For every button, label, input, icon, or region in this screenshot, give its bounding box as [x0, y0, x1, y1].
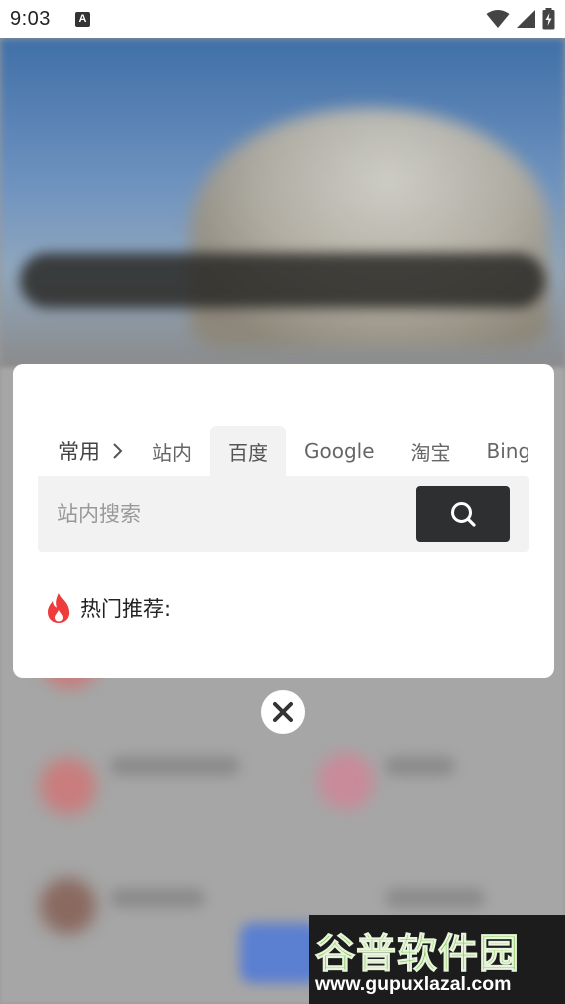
close-icon	[273, 702, 293, 722]
search-icon	[451, 502, 476, 527]
status-icons	[486, 8, 555, 30]
background-text	[110, 756, 240, 776]
cellular-signal-icon	[517, 10, 535, 28]
fire-icon	[48, 593, 70, 623]
search-dialog: 常用 站内 百度 Google 淘宝 Bing 热门推荐:	[13, 364, 554, 678]
tab-baidu[interactable]: 百度	[210, 426, 286, 476]
battery-charging-icon	[542, 8, 555, 30]
tab-google[interactable]: Google	[286, 426, 393, 476]
tab-bing[interactable]: Bing	[469, 426, 528, 476]
background-icon	[318, 753, 374, 809]
status-time: 9:03	[10, 7, 51, 30]
notification-icon: A	[74, 11, 90, 27]
tab-taobao[interactable]: 淘宝	[393, 426, 469, 476]
background-text	[385, 888, 485, 908]
background-icon	[40, 878, 96, 934]
category-selector[interactable]: 常用	[38, 426, 108, 476]
tab-site[interactable]: 站内	[134, 426, 210, 476]
background-building	[190, 108, 550, 348]
watermark: 谷普软件园 www.gupuxlazal.com	[309, 915, 565, 1004]
hot-recommend-header: 热门推荐:	[46, 592, 171, 624]
wifi-icon	[486, 10, 510, 28]
chevron-right-icon[interactable]	[108, 426, 134, 476]
watermark-url: www.gupuxlazal.com	[315, 973, 512, 995]
background-text	[385, 756, 455, 776]
search-input[interactable]	[38, 476, 408, 552]
background-band	[20, 253, 545, 308]
search-button[interactable]	[416, 486, 510, 542]
search-box	[38, 476, 529, 552]
background-text	[110, 888, 205, 908]
search-engine-tabs: 常用 站内 百度 Google 淘宝 Bing	[38, 426, 528, 476]
background-button	[240, 923, 320, 983]
hot-recommend-label: 热门推荐:	[80, 597, 172, 621]
close-button[interactable]	[261, 690, 305, 734]
background-icon	[40, 758, 96, 814]
status-bar: 9:03 A	[0, 0, 565, 38]
watermark-name: 谷普软件园	[315, 931, 520, 978]
